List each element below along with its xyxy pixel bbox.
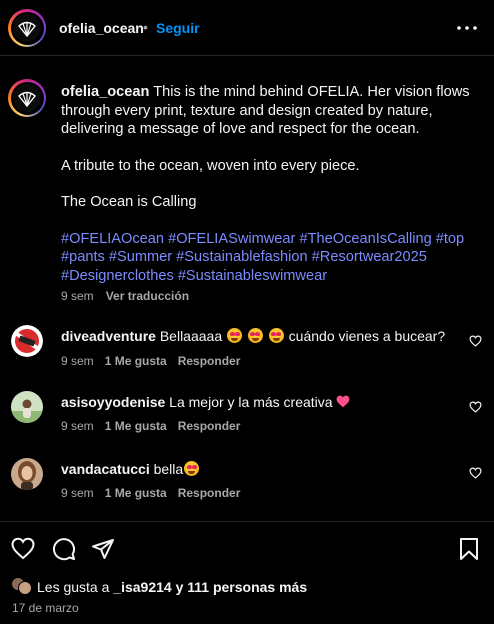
post-comments-panel: ofelia_ocean • Seguir ofelia_ocean This … [0, 0, 494, 624]
heart-eyes-emoji [184, 461, 200, 476]
avatar [18, 581, 32, 595]
comment-age[interactable]: 9 sem [61, 486, 94, 500]
caption-line: The Ocean is Calling [61, 194, 197, 210]
comment-body: La mejor y la más creativa [169, 394, 333, 410]
shell-logo-icon [18, 91, 36, 108]
comment-username[interactable]: asisoyyodenise [61, 394, 165, 410]
heart-icon[interactable] [11, 537, 35, 561]
comment-body: Bellaaaaa [159, 328, 223, 344]
pink-heart-emoji [337, 395, 350, 408]
comment-like-icon[interactable] [469, 401, 482, 413]
post-caption: ofelia_ocean This is the mind behind OFE… [61, 83, 481, 285]
heart-eyes-emoji [247, 328, 263, 343]
comment-meta: 9 sem 1 Me gusta Responder [61, 354, 251, 368]
avatar[interactable] [11, 458, 43, 490]
comment-body: bella [153, 461, 184, 477]
comment-age[interactable]: 9 sem [61, 419, 94, 433]
divider [0, 521, 494, 522]
liker-username[interactable]: _isa9214 [113, 579, 171, 595]
comment-text: asisoyyodenise La mejor y la más creativ… [61, 393, 350, 411]
comment-text: vandacatucci bella [61, 460, 200, 478]
share-icon[interactable] [91, 537, 115, 561]
comment-meta: 9 sem 1 Me gusta Responder [61, 486, 251, 500]
comment-age[interactable]: 9 sem [61, 354, 94, 368]
post-header: ofelia_ocean • Seguir [0, 0, 494, 56]
caption-hashtags[interactable]: #OFELIAOcean #OFELIASwimwear #TheOceanIs… [61, 230, 481, 286]
more-horizontal-icon[interactable] [456, 20, 478, 36]
reply-button[interactable]: Responder [178, 419, 241, 433]
reply-button[interactable]: Responder [178, 486, 241, 500]
likes-prefix: Les gusta a [37, 579, 110, 595]
comment-likes[interactable]: 1 Me gusta [105, 354, 167, 368]
shell-logo-icon [18, 21, 36, 38]
comment-username[interactable]: diveadventure [61, 328, 156, 344]
caption-username[interactable]: ofelia_ocean [61, 84, 149, 100]
comment-meta: 9 sem 1 Me gusta Responder [61, 419, 251, 433]
comment-username[interactable]: vandacatucci [61, 461, 150, 477]
comment-like-icon[interactable] [469, 335, 482, 347]
bookmark-icon[interactable] [457, 537, 481, 561]
comment-text: diveadventure Bellaaaaa cuándo vienes a … [61, 327, 445, 345]
heart-eyes-emoji [268, 328, 284, 343]
follow-button[interactable]: Seguir [156, 20, 200, 36]
avatar[interactable] [11, 391, 43, 423]
avatar[interactable] [8, 9, 46, 47]
comment-icon[interactable] [52, 537, 76, 561]
comment-likes[interactable]: 1 Me gusta [105, 419, 167, 433]
likes-connector: y [175, 579, 184, 595]
caption-avatar[interactable] [8, 79, 46, 117]
translate-button[interactable]: Ver traducción [106, 289, 189, 303]
comment-like-icon[interactable] [469, 467, 482, 479]
heart-eyes-emoji [227, 328, 242, 343]
likes-others[interactable]: 111 personas más [187, 579, 307, 595]
likers-avatars[interactable] [11, 577, 33, 597]
likes-summary[interactable]: Les gusta a _isa9214 y 111 personas más [37, 579, 307, 595]
comment-likes[interactable]: 1 Me gusta [105, 486, 167, 500]
caption-meta: 9 sem Ver traducción [61, 289, 189, 303]
caption-age[interactable]: 9 sem [61, 289, 94, 303]
header-separator: • [143, 19, 148, 35]
post-date[interactable]: 17 de marzo [12, 601, 79, 615]
comment-body: cuándo vienes a bucear? [288, 328, 446, 344]
avatar[interactable] [11, 325, 43, 357]
header-username[interactable]: ofelia_ocean [59, 20, 144, 36]
caption-line: A tribute to the ocean, woven into every… [61, 157, 360, 174]
reply-button[interactable]: Responder [178, 354, 241, 368]
